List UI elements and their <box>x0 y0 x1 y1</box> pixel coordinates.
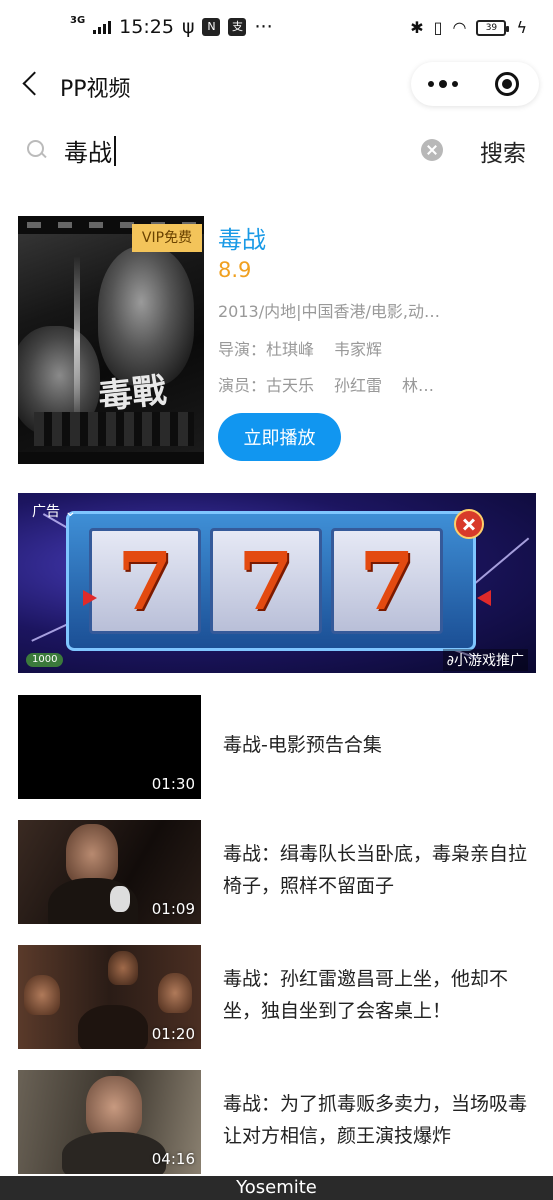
ad-source-label: ∂小游戏推广 <box>442 649 528 671</box>
lightning-decoration <box>466 537 530 591</box>
alipay-notification-icon: 支 <box>228 18 247 36</box>
movie-score: 8.9 <box>218 258 252 282</box>
reel-pointer-right-icon <box>477 590 491 606</box>
usb-icon: ψ <box>181 16 195 38</box>
slot-machine: 7 7 7 <box>66 511 491 651</box>
coin-counter: 1000 <box>26 653 64 667</box>
miniprogram-capsule <box>411 62 539 106</box>
video-title[interactable]: 毒战：为了抓毒贩多卖力，当场吸毒让对方相信，颜王演技爆炸 <box>223 1088 538 1152</box>
video-duration: 01:30 <box>151 775 195 793</box>
video-duration: 01:20 <box>151 1025 195 1043</box>
charging-icon: ϟ <box>516 18 527 37</box>
game-ad-banner[interactable]: 7 7 7 广告 ⌄ 1000 ∂小游戏推广 <box>18 493 536 673</box>
battery-icon: 39 <box>476 19 510 36</box>
signal-icon <box>93 20 112 34</box>
search-icon <box>27 140 47 160</box>
actors-label: 演员： <box>218 376 267 395</box>
video-title[interactable]: 毒战-电影预告合集 <box>223 729 538 761</box>
video-list-item[interactable]: 01:20 毒战：孙红雷邀昌哥上坐，他却不坐，独自坐到了会客桌上！ <box>18 945 538 1049</box>
video-duration: 01:09 <box>151 900 195 918</box>
video-thumbnail[interactable]: 01:09 <box>18 820 201 924</box>
movie-directors: 导演：杜琪峰 韦家辉 <box>218 336 382 360</box>
ad-label-text: 广告 <box>32 504 60 520</box>
search-bar: 搜索 <box>0 126 553 176</box>
vip-free-badge: VIP免费 <box>132 224 202 252</box>
movie-result-card[interactable]: 毒戰 VIP免费 毒战 8.9 2013/内地|中国香港/电影,动… 导演：杜琪… <box>18 216 538 466</box>
actor-name: 孙红雷 <box>334 376 383 395</box>
status-bar: 3G 15:25 ψ N 支 ··· ✱ ▯ ◠ 39 ϟ <box>0 0 553 62</box>
director-name: 韦家辉 <box>334 340 383 359</box>
video-list-item[interactable]: 04:16 毒战：为了抓毒贩多卖力，当场吸毒让对方相信，颜王演技爆炸 <box>18 1070 538 1174</box>
video-list-item[interactable]: 01:30 毒战-电影预告合集 <box>18 695 538 799</box>
bottom-label: Yosemite <box>0 1176 553 1200</box>
network-type: 3G <box>70 15 86 26</box>
play-now-button[interactable]: 立即播放 <box>218 413 341 461</box>
slot-reel: 7 <box>89 528 201 634</box>
movie-title[interactable]: 毒战 <box>218 220 266 255</box>
app-notification-icon: N <box>202 18 221 36</box>
reel-pointer-left-icon <box>83 590 97 606</box>
search-button[interactable]: 搜索 <box>480 134 526 168</box>
bluetooth-icon: ✱ <box>410 18 424 37</box>
back-arrow-icon[interactable] <box>18 70 48 100</box>
page-title: PP视频 <box>60 77 131 102</box>
poster-title-art: 毒戰 <box>96 370 169 418</box>
video-title[interactable]: 毒战：缉毒队长当卧底，毒枭亲自拉椅子，照样不留面子 <box>223 838 538 902</box>
video-thumbnail[interactable]: 01:20 <box>18 945 201 1049</box>
ad-source-text: 小游戏推广 <box>454 653 524 669</box>
video-title[interactable]: 毒战：孙红雷邀昌哥上坐，他却不坐，独自坐到了会客桌上！ <box>223 963 538 1027</box>
director-label: 导演： <box>218 340 267 359</box>
ad-label[interactable]: 广告 ⌄ <box>32 501 76 521</box>
actor-name: 林… <box>402 376 435 395</box>
video-thumbnail[interactable]: 04:16 <box>18 1070 201 1174</box>
slot-reel: 7 <box>210 528 322 634</box>
actor-name: 古天乐 <box>266 376 315 395</box>
target-icon <box>495 72 519 96</box>
status-left: 3G 15:25 ψ N 支 ··· <box>70 15 273 39</box>
close-ad-icon[interactable] <box>454 509 484 539</box>
video-list-item[interactable]: 01:09 毒战：缉毒队长当卧底，毒枭亲自拉椅子，照样不留面子 <box>18 820 538 924</box>
more-dots-icon[interactable] <box>411 62 475 106</box>
status-time: 15:25 <box>119 16 174 38</box>
director-name: 杜琪峰 <box>266 340 315 359</box>
slot-reel: 7 <box>331 528 443 634</box>
chevron-down-icon: ⌄ <box>64 504 77 520</box>
close-miniprogram-button[interactable] <box>475 62 539 106</box>
text-caret <box>114 136 116 166</box>
wifi-icon: ◠ <box>452 18 467 37</box>
movie-poster[interactable]: 毒戰 VIP免费 <box>18 216 204 464</box>
movie-meta: 2013/内地|中国香港/电影,动… <box>218 302 440 321</box>
video-duration: 04:16 <box>151 1150 195 1168</box>
movie-actors: 演员：古天乐 孙红雷 林… <box>218 372 434 396</box>
poster-crowd <box>34 412 194 446</box>
link-icon: ∂ <box>446 653 454 669</box>
more-notifications-icon: ··· <box>254 16 273 38</box>
nav-bar: PP视频 <box>0 62 553 108</box>
video-thumbnail[interactable]: 01:30 <box>18 695 201 799</box>
poster-light-streak <box>74 256 80 426</box>
status-right: ✱ ▯ ◠ 39 ϟ <box>410 18 527 37</box>
vibrate-icon: ▯ <box>433 18 443 37</box>
poster-bottom-strip <box>18 452 204 464</box>
clear-input-icon[interactable] <box>421 139 443 161</box>
